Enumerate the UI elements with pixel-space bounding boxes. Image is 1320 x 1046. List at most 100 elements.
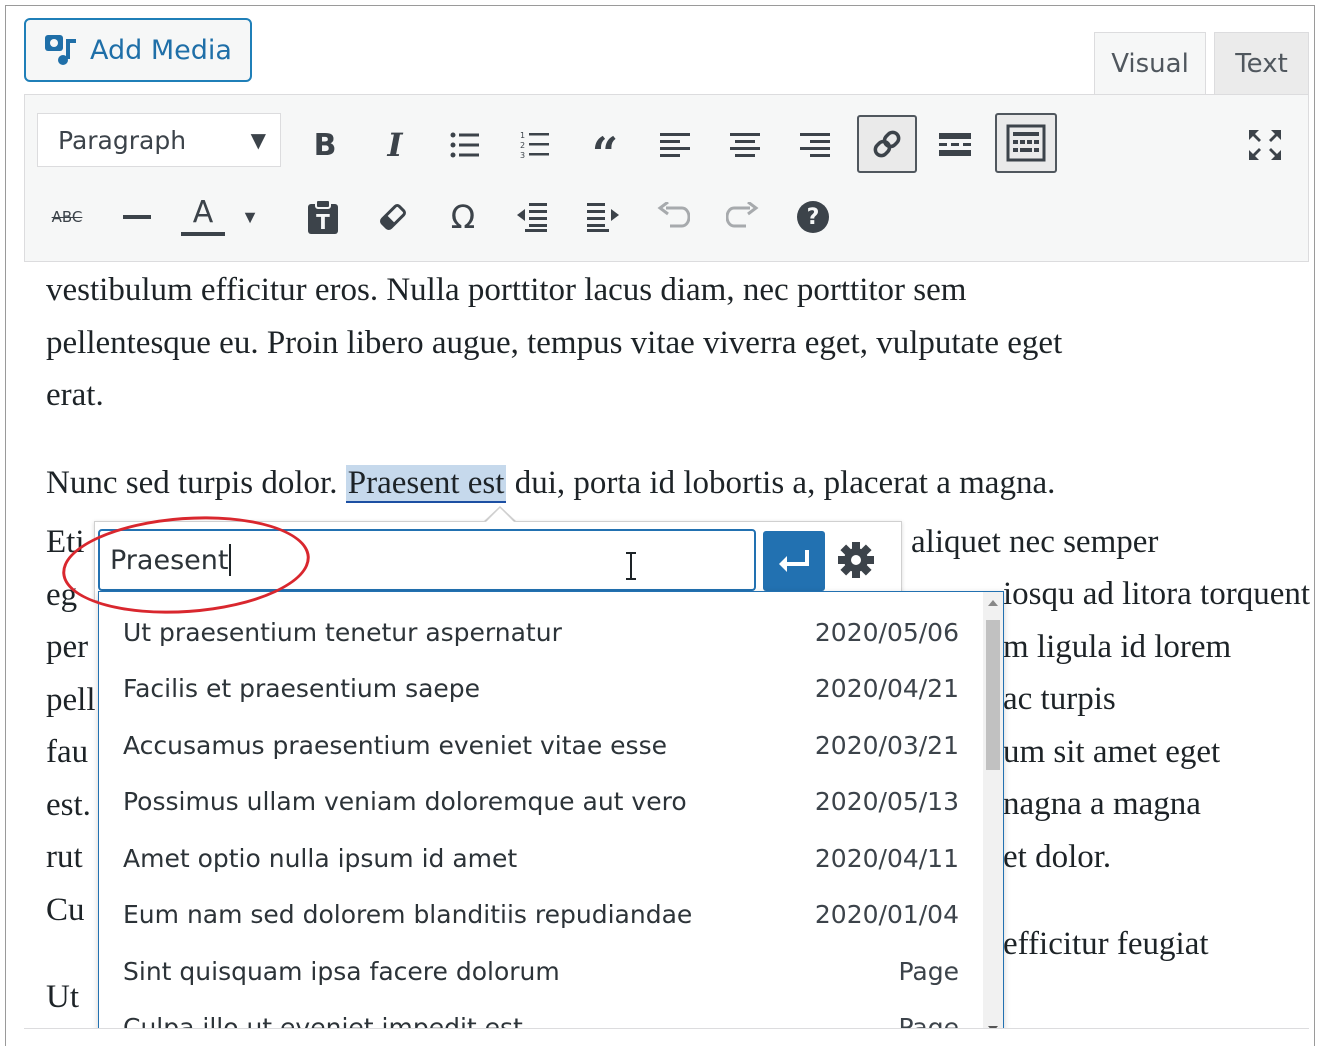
text-fragment: um sit amet eget — [1003, 733, 1221, 770]
align-right-button[interactable] — [787, 117, 843, 173]
bold-button[interactable]: B — [297, 117, 353, 173]
align-center-icon — [730, 133, 760, 157]
indent-button[interactable] — [575, 189, 631, 245]
text-fragment: nagna a magna — [1003, 786, 1201, 822]
result-info: Page — [898, 957, 959, 986]
chevron-down-icon: ▼ — [250, 128, 266, 152]
align-right-icon — [800, 133, 830, 157]
editor-content[interactable]: vestibulum efficitur eros. Nulla porttit… — [46, 264, 1296, 509]
undo-icon — [657, 202, 690, 228]
result-info: 2020/04/21 — [814, 674, 959, 703]
clear-formatting-button[interactable] — [365, 189, 421, 245]
scroll-up-icon[interactable] — [988, 600, 998, 606]
result-item[interactable]: Amet optio nulla ipsum id amet 2020/04/1… — [99, 830, 979, 886]
text-fragment: iosqu ad litora torquent — [1003, 576, 1311, 612]
strikethrough-icon: ABC — [51, 208, 83, 226]
text-color-swatch — [181, 232, 225, 236]
horizontal-line-icon — [123, 215, 151, 219]
format-select-value: Paragraph — [58, 125, 187, 155]
special-character-icon: Ω — [450, 198, 476, 236]
apply-link-button[interactable] — [763, 531, 825, 591]
scrollbar-thumb[interactable] — [986, 620, 1000, 770]
strikethrough-button[interactable]: ABC — [39, 189, 95, 245]
text-fragment: aliquet nec semper — [911, 524, 1159, 560]
text-fragment: rut — [46, 839, 83, 875]
result-title: Amet optio nulla ipsum id amet — [123, 844, 518, 873]
outdent-icon — [517, 203, 547, 232]
help-button[interactable]: ? — [785, 189, 841, 245]
result-info: 2020/04/11 — [814, 844, 959, 873]
paste-text-button[interactable]: T — [295, 189, 351, 245]
editor-toolbar: Paragraph ▼ B I 1 2 3 “ ABC A ▼ T Ω ? — [24, 94, 1309, 262]
text-color-button[interactable]: A — [179, 189, 227, 245]
result-item[interactable]: Accusamus praesentium eveniet vitae esse… — [99, 717, 979, 773]
paragraph-2-right-fragments: aliquet nec semper — [911, 516, 1158, 569]
text-fragment: ac turpis — [1003, 681, 1116, 717]
outdent-button[interactable] — [505, 189, 561, 245]
selected-text: Praesent est — [345, 464, 507, 503]
svg-text:T: T — [316, 210, 330, 234]
link-results-list[interactable]: Ut praesentium tenetur aspernatur 2020/0… — [98, 591, 1004, 1041]
toolbar-toggle-button[interactable] — [995, 113, 1057, 173]
add-media-button[interactable]: Add Media — [24, 18, 252, 82]
popup-pointer-inner — [485, 508, 515, 523]
result-item[interactable]: Ut praesentium tenetur aspernatur 2020/0… — [99, 604, 979, 660]
blockquote-icon: “ — [591, 127, 619, 181]
tab-text[interactable]: Text — [1214, 32, 1309, 94]
results-scrollbar[interactable] — [983, 592, 1003, 1040]
result-item[interactable]: Facilis et praesentium saepe 2020/04/21 — [99, 660, 979, 716]
text-fragment: et dolor. — [1003, 838, 1112, 875]
read-more-icon — [939, 133, 971, 156]
enter-arrow-icon — [779, 550, 809, 572]
svg-text:1: 1 — [520, 131, 525, 140]
undo-button[interactable] — [645, 189, 701, 245]
read-more-button[interactable] — [927, 117, 983, 173]
chevron-down-icon: ▼ — [241, 206, 259, 227]
text-color-dropdown[interactable]: ▼ — [235, 189, 265, 245]
text-fragment: est. — [46, 786, 91, 823]
ibeam-cursor-icon — [624, 551, 638, 581]
redo-button[interactable] — [715, 189, 771, 245]
link-button[interactable] — [857, 115, 917, 173]
fullscreen-button[interactable] — [1237, 117, 1293, 173]
text-line: vestibulum efficitur eros. Nulla porttit… — [46, 272, 967, 308]
result-item[interactable]: Sint quisquam ipsa facere dolorum Page — [99, 943, 979, 999]
text-fragment: pell — [46, 681, 96, 718]
bullet-list-button[interactable] — [437, 117, 493, 173]
result-title: Facilis et praesentium saepe — [123, 674, 481, 703]
result-title: Possimus ullam veniam doloremque aut ver… — [123, 787, 687, 816]
result-item[interactable]: Possimus ullam veniam doloremque aut ver… — [99, 773, 979, 829]
special-character-button[interactable]: Ω — [435, 189, 491, 245]
text-fragment: per — [46, 629, 89, 665]
media-icon — [44, 33, 76, 67]
result-info: 2020/05/06 — [814, 618, 959, 647]
add-media-label: Add Media — [90, 34, 232, 66]
align-left-button[interactable] — [647, 117, 703, 173]
text-line: erat. — [46, 377, 104, 413]
tab-visual[interactable]: Visual — [1094, 32, 1206, 94]
link-options-button[interactable] — [832, 536, 880, 584]
numbered-list-button[interactable]: 1 2 3 — [507, 117, 563, 173]
result-info: 2020/05/13 — [814, 787, 959, 816]
text-fragment: Ut — [46, 979, 79, 1015]
text-color-icon: A — [192, 195, 214, 230]
bold-icon: B — [313, 127, 337, 163]
text-segment: Nunc sed turpis dolor. — [46, 464, 346, 501]
numbered-list-icon: 1 2 3 — [520, 131, 549, 160]
fullscreen-icon — [1249, 130, 1281, 160]
gear-icon — [838, 542, 874, 578]
text-line: pellentesque eu. Proin libero augue, tem… — [46, 324, 1063, 361]
blockquote-button[interactable]: “ — [577, 117, 633, 177]
svg-text:2: 2 — [520, 141, 525, 150]
result-title: Accusamus praesentium eveniet vitae esse — [123, 731, 667, 760]
format-select[interactable]: Paragraph ▼ — [37, 113, 281, 167]
horizontal-line-button[interactable] — [109, 189, 165, 245]
paragraph-2-right-fragments-lower: iosqu ad litora torquent m ligula id lor… — [1003, 568, 1310, 971]
paragraph-2-line-1: Nunc sed turpis dolor. Praesent est dui,… — [46, 457, 1296, 510]
text-segment: dui, porta id lobortis a, placerat a mag… — [506, 464, 1056, 501]
italic-icon: I — [387, 126, 403, 164]
italic-button[interactable]: I — [367, 117, 423, 173]
align-center-button[interactable] — [717, 117, 773, 173]
indent-icon — [587, 203, 619, 232]
result-item[interactable]: Eum nam sed dolorem blanditiis repudiand… — [99, 886, 979, 942]
